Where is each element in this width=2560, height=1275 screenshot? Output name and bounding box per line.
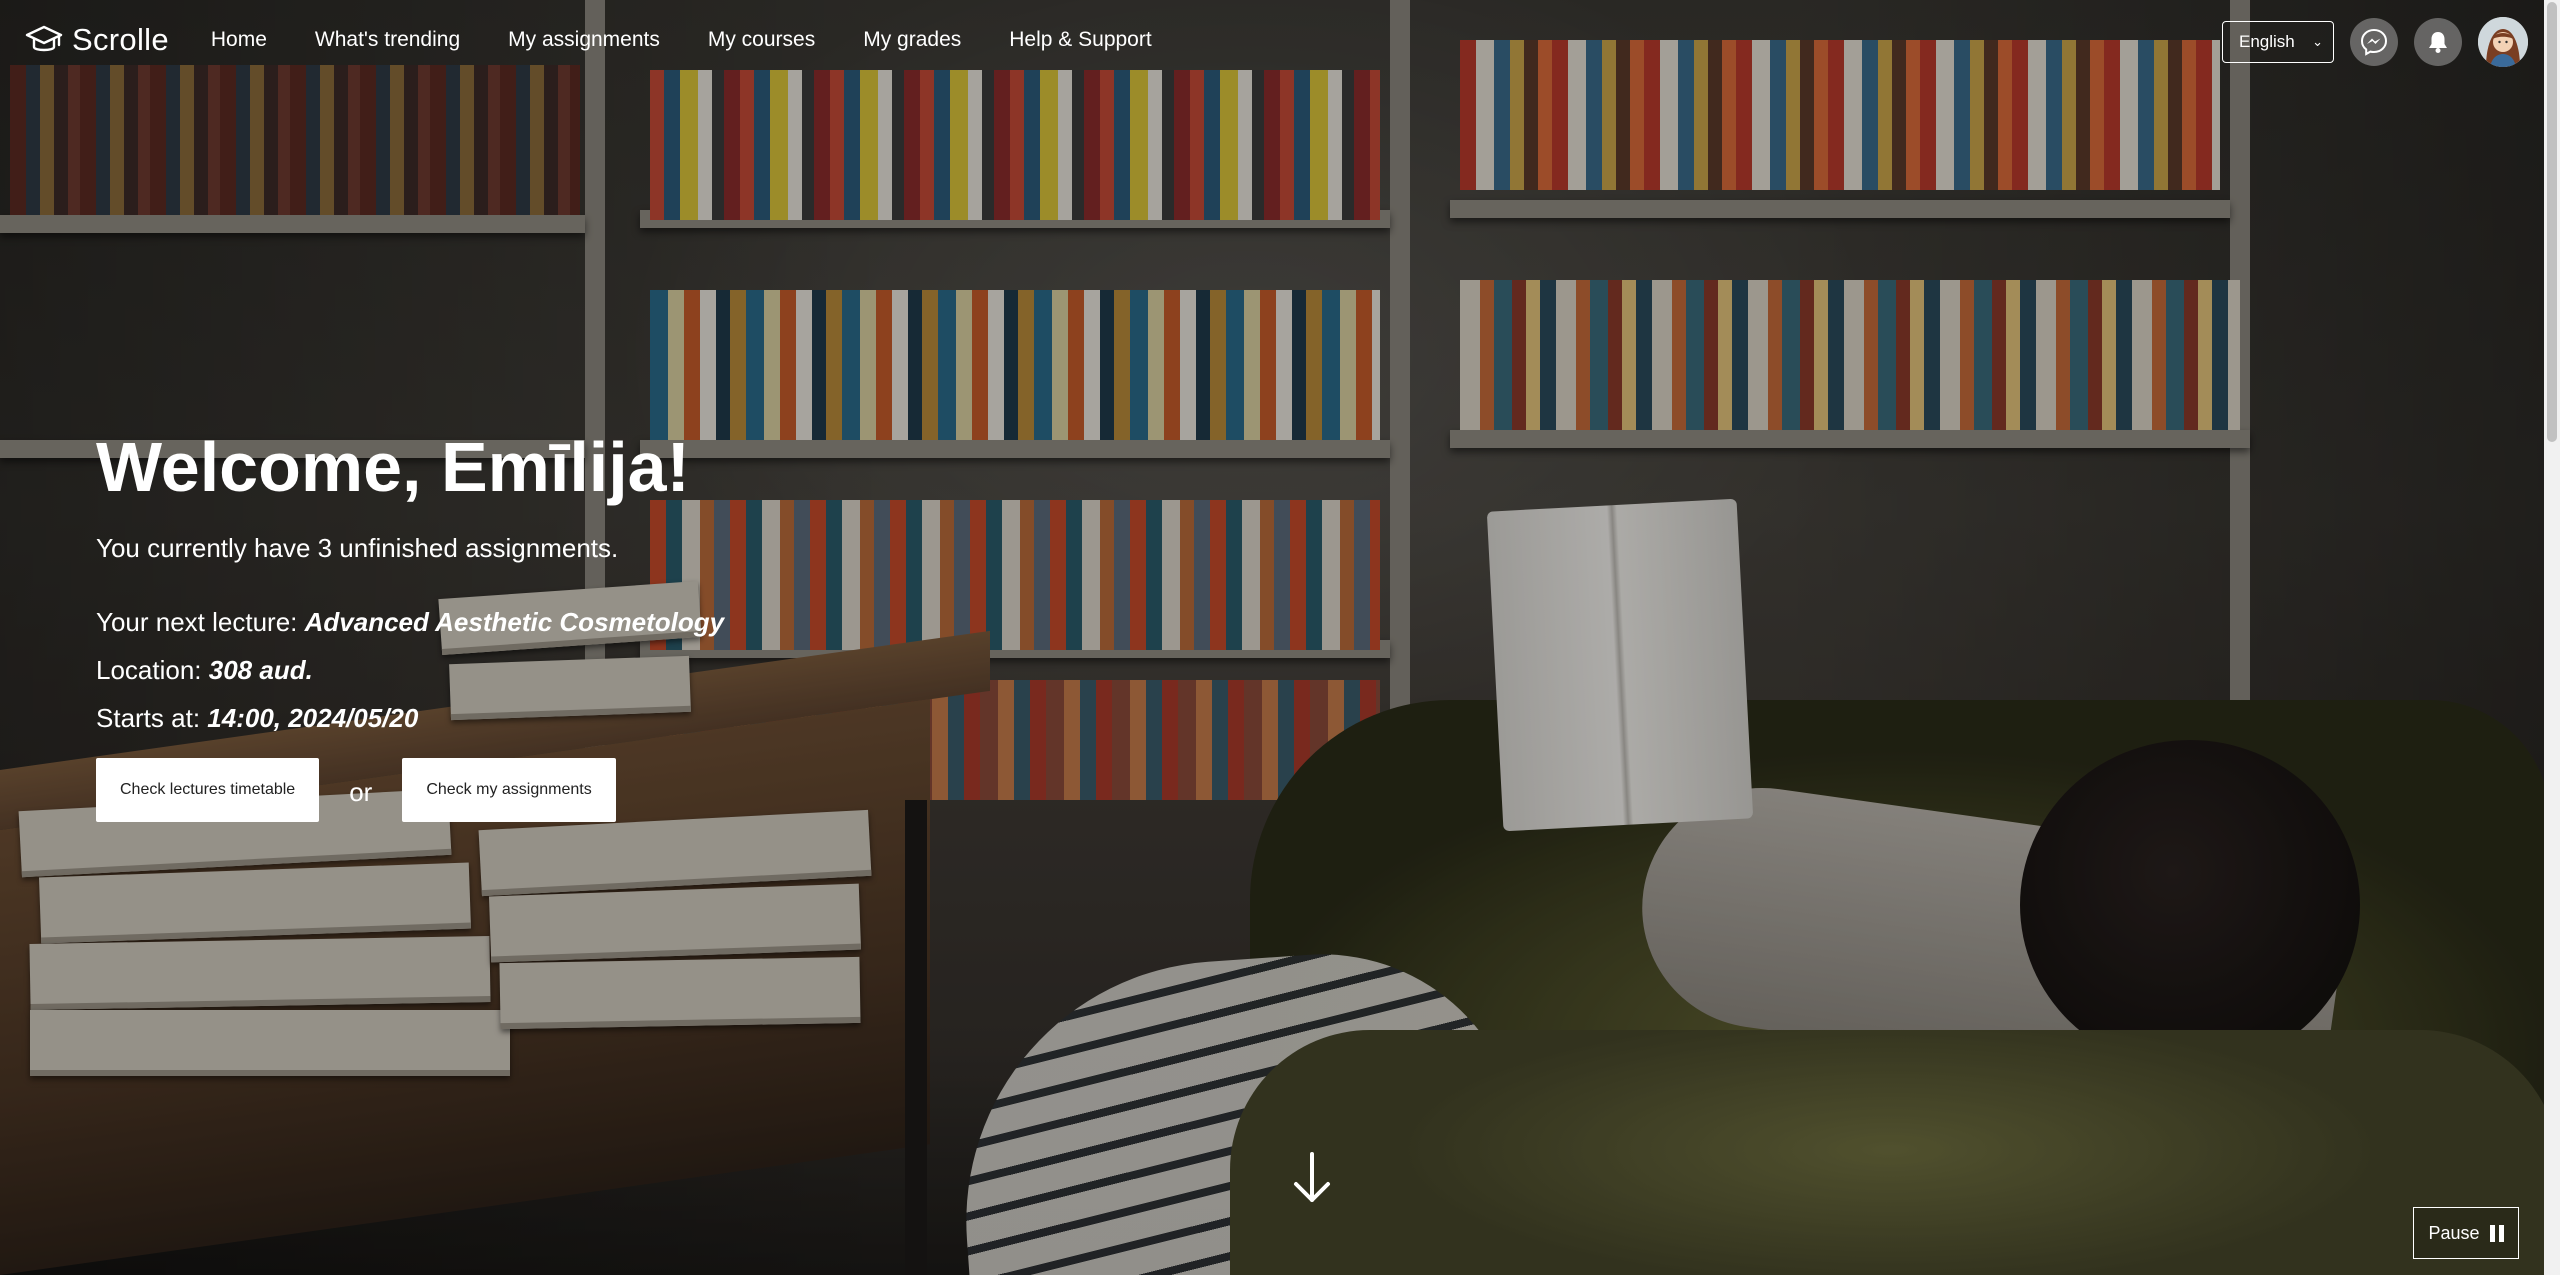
page-scrollbar[interactable] <box>2544 0 2560 1275</box>
main-nav: Home What's trending My assignments My c… <box>211 28 1200 52</box>
check-timetable-button[interactable]: Check lectures timetable <box>96 758 320 822</box>
cta-row: Check lectures timetable or Check my ass… <box>96 758 996 822</box>
nav-my-assignments[interactable]: My assignments <box>508 28 660 52</box>
header-actions: English ⌄ <box>2222 17 2528 67</box>
scrollbar-thumb[interactable] <box>2547 2 2557 442</box>
next-lecture-line: Your next lecture: Advanced Aesthetic Co… <box>96 598 996 646</box>
arrow-down-icon[interactable] <box>1290 1150 1334 1206</box>
bell-icon <box>2429 32 2447 53</box>
messenger-icon <box>2360 28 2388 56</box>
notifications-button[interactable] <box>2414 18 2462 66</box>
pause-video-button[interactable]: Pause <box>2413 1207 2519 1259</box>
brand-name: Scrolle <box>72 22 169 57</box>
location-label: Location: <box>96 655 202 685</box>
starts-value: 14:00, 2024/05/20 <box>207 703 419 733</box>
nav-whats-trending[interactable]: What's trending <box>315 28 460 52</box>
check-assignments-button[interactable]: Check my assignments <box>402 758 616 822</box>
nav-my-grades[interactable]: My grades <box>863 28 961 52</box>
pause-icon <box>2489 1224 2504 1242</box>
next-lecture-label: Your next lecture: <box>96 607 298 637</box>
unfinished-assignments-text: You currently have 3 unfinished assignme… <box>96 533 619 563</box>
pause-label: Pause <box>2428 1222 2480 1243</box>
chevron-down-icon: ⌄ <box>2312 34 2323 49</box>
nav-help-support[interactable]: Help & Support <box>1009 28 1151 52</box>
starts-line: Starts at: 14:00, 2024/05/20 <box>96 694 996 742</box>
location-value: 308 aud. <box>208 655 313 685</box>
language-select[interactable]: English ⌄ <box>2222 21 2334 63</box>
user-avatar[interactable] <box>2478 17 2528 67</box>
next-lecture-info: Your next lecture: Advanced Aesthetic Co… <box>96 598 996 742</box>
starts-label: Starts at: <box>96 703 201 733</box>
next-lecture-value: Advanced Aesthetic Cosmetology <box>304 607 725 637</box>
language-value: English <box>2239 32 2295 51</box>
nav-my-courses[interactable]: My courses <box>708 28 815 52</box>
welcome-hero: Welcome, Emīlija! You currently have 3 u… <box>96 425 996 822</box>
brand-logo[interactable]: Scrolle <box>24 20 169 60</box>
nav-home[interactable]: Home <box>211 28 267 52</box>
top-navbar: Scrolle Home What's trending My assignme… <box>0 0 2544 80</box>
graduation-cap-icon <box>25 25 63 52</box>
or-separator: or <box>349 776 373 807</box>
messenger-button[interactable] <box>2350 18 2398 66</box>
avatar-image <box>2478 17 2528 67</box>
welcome-heading: Welcome, Emīlija! <box>96 428 690 506</box>
location-line: Location: 308 aud. <box>96 646 996 694</box>
